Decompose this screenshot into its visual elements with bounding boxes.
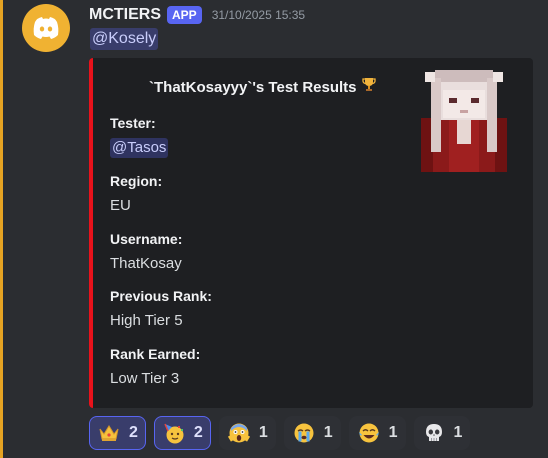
reaction-count: 2 bbox=[129, 424, 138, 441]
field-value: ThatKosay bbox=[110, 255, 182, 272]
reaction-screaming-face[interactable]: 1 bbox=[218, 416, 276, 450]
field-name: Tester: bbox=[110, 115, 156, 131]
trophy-icon bbox=[361, 76, 377, 96]
crown-emoji-icon bbox=[97, 421, 121, 445]
field-value: @Tasos bbox=[110, 138, 169, 158]
reaction-partying-face[interactable]: 2 bbox=[153, 416, 211, 450]
author-name[interactable]: MCTIERS bbox=[89, 6, 161, 24]
skull-emoji-icon bbox=[422, 421, 446, 445]
partying-face-emoji-icon bbox=[162, 421, 186, 445]
user-mention[interactable]: @Kosely bbox=[90, 28, 159, 50]
embed-field-rank-earned: Rank Earned: Low Tier 3 bbox=[110, 345, 200, 389]
avatar[interactable] bbox=[22, 4, 70, 52]
message-header: MCTIERS APP 31/10/2025 15:35 bbox=[89, 4, 305, 26]
tester-mention[interactable]: @Tasos bbox=[110, 138, 169, 158]
field-name: Rank Earned: bbox=[110, 346, 201, 362]
tears-of-joy-emoji-icon bbox=[357, 421, 381, 445]
field-name: Previous Rank: bbox=[110, 288, 212, 304]
reaction-skull[interactable]: 1 bbox=[413, 416, 471, 450]
player-skin-thumbnail bbox=[421, 70, 507, 172]
embed-title: `ThatKosayyy`'s Test Results bbox=[149, 76, 377, 96]
reaction-count: 1 bbox=[323, 424, 333, 441]
embed-field-tester: Tester: @Tasos bbox=[110, 114, 169, 158]
reaction-count: 1 bbox=[388, 424, 398, 441]
embed-field-username: Username: ThatKosay bbox=[110, 230, 182, 274]
message-highlight-bar bbox=[0, 0, 3, 458]
screaming-face-emoji-icon bbox=[227, 421, 251, 445]
embed-field-previous-rank: Previous Rank: High Tier 5 bbox=[110, 287, 212, 331]
field-value: EU bbox=[110, 197, 131, 214]
embed-field-region: Region: EU bbox=[110, 172, 162, 216]
timestamp[interactable]: 31/10/2025 15:35 bbox=[212, 8, 305, 22]
embed-title-text: `ThatKosayyy`'s Test Results bbox=[149, 79, 357, 96]
field-name: Region: bbox=[110, 173, 163, 189]
discord-logo-icon bbox=[33, 17, 59, 39]
field-name: Username: bbox=[110, 231, 183, 247]
app-badge: APP bbox=[167, 6, 202, 24]
reaction-count: 2 bbox=[193, 424, 203, 441]
crying-face-emoji-icon bbox=[292, 421, 316, 445]
reaction-count: 1 bbox=[453, 424, 463, 441]
reaction-tears-of-joy[interactable]: 1 bbox=[348, 416, 406, 450]
reactions-bar: 2 2 1 1 1 1 bbox=[89, 416, 471, 450]
embed-accent-bar bbox=[89, 58, 93, 408]
embed-card: `ThatKosayyy`'s Test Results Tester: @Ta… bbox=[89, 58, 533, 408]
reaction-count: 1 bbox=[258, 424, 268, 441]
reaction-crown[interactable]: 2 bbox=[89, 416, 146, 450]
field-value: High Tier 5 bbox=[110, 312, 183, 329]
field-value: Low Tier 3 bbox=[110, 370, 180, 387]
reaction-crying-face[interactable]: 1 bbox=[283, 416, 341, 450]
